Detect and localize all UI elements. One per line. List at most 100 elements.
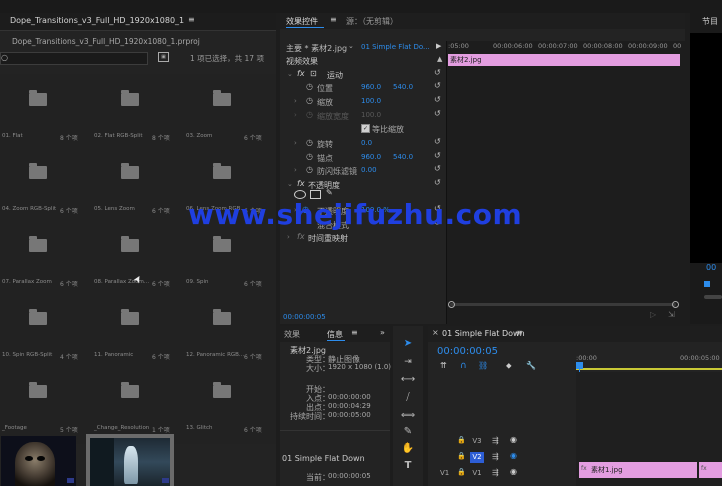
tab-info[interactable]: 信息 <box>327 329 343 340</box>
info-menu-icon[interactable]: ≡ <box>351 328 358 337</box>
reset-motion-icon[interactable]: ↺ <box>434 68 441 77</box>
project-panel-menu-icon[interactable]: ≡ <box>188 15 195 24</box>
rotation-value[interactable]: 0.0 <box>361 139 372 147</box>
play-triangle-icon[interactable]: ▶ <box>436 42 441 50</box>
track-header[interactable]: 🔒 V2 ⇶ ◉ <box>428 450 576 466</box>
bin-item[interactable]: _Change_Resolution 1 个项 <box>94 367 176 437</box>
anchor-x-value[interactable]: 960.0 <box>361 153 381 161</box>
antiflicker-disclosure-icon[interactable]: › <box>294 166 297 174</box>
reset-position-icon[interactable]: ↺ <box>434 81 441 90</box>
anchor-y-value[interactable]: 540.0 <box>393 153 413 161</box>
bin-item[interactable]: _Footage 5 个项 <box>2 367 84 437</box>
filter-icon[interactable]: ▷ <box>650 310 656 319</box>
scale-stopwatch-icon[interactable]: ◷ <box>306 96 313 105</box>
track-select-tool-icon[interactable]: ⇥ <box>398 354 418 370</box>
bin-item[interactable]: 10. Spin RGB-Split 4 个项 <box>2 294 84 364</box>
track-name[interactable]: V2 <box>470 452 484 463</box>
v1-clip-next[interactable]: fx <box>699 462 722 478</box>
razor-tool-icon[interactable]: ⧸ <box>398 390 418 406</box>
pen-tool-icon[interactable]: ✎ <box>398 424 418 440</box>
effect-controls-menu-icon[interactable]: ≡ <box>330 15 337 24</box>
rotation-stopwatch-icon[interactable]: ◷ <box>306 138 313 147</box>
nest-icon[interactable]: ⇈ <box>440 361 447 370</box>
scroll-handle-right[interactable] <box>672 301 679 308</box>
eye-icon[interactable]: ◉ <box>510 467 517 476</box>
playhead-handle[interactable] <box>576 362 583 369</box>
lock-icon[interactable]: 🔒 <box>457 468 466 476</box>
project-tab-title[interactable]: Dope_Transitions_v3_Full_HD_1920x1080_1 <box>10 16 184 25</box>
antiflicker-value[interactable]: 0.00 <box>361 166 377 174</box>
sequence-clip-label[interactable]: 01 Simple Flat Do... <box>361 43 430 51</box>
linked-selection-icon[interactable]: ⛓ <box>478 361 488 370</box>
ripple-edit-tool-icon[interactable]: ⟷ <box>398 372 418 388</box>
sync-lock-icon[interactable]: ⇶ <box>492 452 499 461</box>
tab-effect-controls[interactable]: 效果控件 <box>286 16 318 27</box>
bin-item[interactable]: 11. Panoramic 6 个项 <box>94 294 176 364</box>
antiflicker-stopwatch-icon[interactable]: ◷ <box>306 165 313 174</box>
effect-controls-timecode[interactable]: 00:00:00:05 <box>283 313 326 321</box>
scale-width-disclosure-icon[interactable]: › <box>294 111 297 119</box>
v1-clip[interactable]: fx 素材1.jpg <box>579 462 697 478</box>
bin-item[interactable]: 03. Zoom 6 个项 <box>186 75 268 145</box>
selection-tool-icon[interactable]: ➤ <box>398 336 418 352</box>
reset-opacity-group-icon[interactable]: ↺ <box>434 178 441 187</box>
reset-scale-width-icon[interactable]: ↺ <box>434 109 441 118</box>
bin-item[interactable]: 02. Flat RGB-Split 8 个项 <box>94 75 176 145</box>
track-name[interactable]: V1 <box>470 468 484 479</box>
scroll-handle-left[interactable] <box>448 301 455 308</box>
eye-icon[interactable]: ◉ <box>510 451 517 460</box>
reset-antiflicker-icon[interactable]: ↺ <box>434 164 441 173</box>
slip-tool-icon[interactable]: ⟺ <box>398 408 418 424</box>
uniform-scale-checkbox[interactable]: ✓ <box>361 124 370 133</box>
motion-disclosure-icon[interactable]: ⌄ <box>287 70 293 78</box>
footage-thumbnail-skull[interactable] <box>1 436 76 486</box>
new-search-bin-icon[interactable]: ▣ <box>158 52 169 62</box>
anchor-stopwatch-icon[interactable]: ◷ <box>306 152 313 161</box>
position-x-value[interactable]: 960.0 <box>361 83 381 91</box>
bin-item[interactable]: 13. Glitch 6 个项 <box>186 367 268 437</box>
hand-tool-icon[interactable]: ✋ <box>398 441 418 457</box>
position-y-value[interactable]: 540.0 <box>393 83 413 91</box>
reset-rotation-icon[interactable]: ↺ <box>434 137 441 146</box>
track-header[interactable]: V1 🔒 V1 ⇶ ◉ <box>428 466 576 482</box>
bin-item[interactable]: 07. Parallax Zoom 6 个项 <box>2 221 84 291</box>
position-stopwatch-icon[interactable]: ◷ <box>306 82 313 91</box>
panel-overflow-icon[interactable]: » <box>380 328 385 337</box>
bin-item[interactable]: 05. Lens Zoom 6 个项 <box>94 148 176 218</box>
bin-item[interactable]: 12. Panoramic RGB... 6 个项 <box>186 294 268 364</box>
effect-timeline-scrollbar[interactable] <box>448 301 679 308</box>
snap-icon[interactable]: ∩ <box>460 361 467 371</box>
scale-value[interactable]: 100.0 <box>361 97 381 105</box>
type-tool-icon[interactable]: T <box>398 458 418 474</box>
lock-icon[interactable]: 🔒 <box>457 436 466 444</box>
bin-item[interactable]: 04. Zoom RGB-Split 6 个项 <box>2 148 84 218</box>
lock-icon[interactable]: 🔒 <box>457 452 466 460</box>
footage-thumbnail-ghost[interactable] <box>86 434 174 486</box>
source-track-patch[interactable]: V1 <box>440 469 449 477</box>
rotation-disclosure-icon[interactable]: › <box>294 139 297 147</box>
close-sequence-icon[interactable]: × <box>432 328 439 337</box>
time-remap-disclosure-icon[interactable]: › <box>287 233 290 241</box>
reset-scale-icon[interactable]: ↺ <box>434 95 441 104</box>
program-timecode[interactable]: 00 <box>706 263 716 272</box>
add-marker-icon[interactable]: ⬥ <box>506 361 512 371</box>
reset-anchor-icon[interactable]: ↺ <box>434 151 441 160</box>
pen-mask-icon[interactable]: ✎ <box>326 188 333 197</box>
bin-item[interactable]: 09. Spin 6 个项 <box>186 221 268 291</box>
program-scrollbar[interactable] <box>704 295 722 299</box>
timeline-timecode[interactable]: 00:00:00:05 <box>437 346 498 357</box>
program-monitor-title[interactable]: 节目 <box>702 16 718 27</box>
wrench-icon[interactable]: 🔧 <box>526 361 536 370</box>
opacity-disclosure-icon[interactable]: ⌄ <box>287 180 293 188</box>
timeline-ruler[interactable]: :00:00 00:00:05:00 <box>576 352 722 366</box>
up-scroll-icon[interactable]: ▲ <box>437 55 442 63</box>
export-icon[interactable]: ⇲ <box>668 310 675 319</box>
chevron-down-icon[interactable]: ⌄ <box>348 42 354 50</box>
track-header[interactable]: 🔒 V3 ⇶ ◉ <box>428 434 576 450</box>
sync-lock-icon[interactable]: ⇶ <box>492 436 499 445</box>
track-name[interactable]: V3 <box>470 436 484 447</box>
sync-lock-icon[interactable]: ⇶ <box>492 468 499 477</box>
bin-item[interactable]: 01. Flat 8 个项 <box>2 75 84 145</box>
eye-icon[interactable]: ◉ <box>510 435 517 444</box>
project-search-input[interactable]: ○ <box>0 52 148 65</box>
